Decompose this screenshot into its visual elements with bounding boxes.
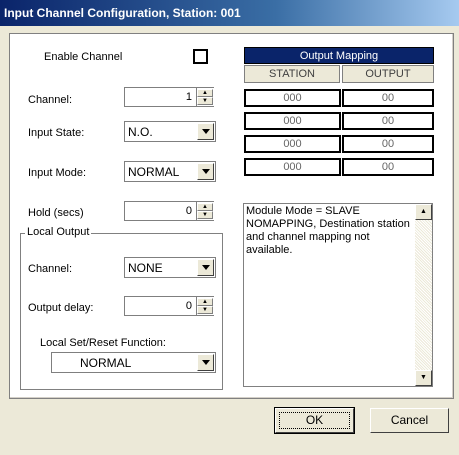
channel-spin-buttons: ▲ ▼ xyxy=(196,88,214,106)
mapping-output-cell[interactable]: 00 xyxy=(342,89,434,107)
mapping-output-cell[interactable]: 00 xyxy=(342,135,434,153)
message-scrollbar[interactable]: ▲ ▼ xyxy=(415,204,432,386)
output-mapping-title: Output Mapping xyxy=(244,47,434,64)
delay-spin-buttons: ▲ ▼ xyxy=(196,297,214,315)
chevron-down-icon[interactable] xyxy=(197,354,214,371)
output-delay-spinner[interactable]: 0 ▲ ▼ xyxy=(124,296,214,316)
output-delay-label: Output delay: xyxy=(28,302,94,314)
function-label: Local Set/Reset Function: xyxy=(40,337,166,349)
chevron-down-icon[interactable] xyxy=(197,123,214,140)
spin-up-icon[interactable]: ▲ xyxy=(197,203,213,211)
window-title: Input Channel Configuration, Station: 00… xyxy=(4,6,241,20)
output-delay-value: 0 xyxy=(185,300,192,312)
spin-down-icon[interactable]: ▼ xyxy=(197,306,213,314)
message-text: Module Mode = SLAVE NOMAPPING, Destinati… xyxy=(246,205,410,256)
local-channel-label: Channel: xyxy=(28,263,73,275)
station-column-header: STATION xyxy=(244,65,340,83)
mapping-station-cell[interactable]: 000 xyxy=(244,135,341,153)
chevron-down-icon[interactable] xyxy=(197,163,214,180)
input-state-value: N.O. xyxy=(128,125,153,139)
output-column-header: OUTPUT xyxy=(342,65,434,83)
spin-down-icon[interactable]: ▼ xyxy=(197,97,213,105)
cancel-button[interactable]: Cancel xyxy=(370,408,449,433)
mapping-output-cell[interactable]: 00 xyxy=(342,112,434,130)
input-mode-value: NORMAL xyxy=(128,165,180,179)
channel-label: Channel: xyxy=(28,94,73,106)
hold-spinner[interactable]: 0 ▲ ▼ xyxy=(124,201,214,221)
hold-value: 0 xyxy=(185,205,192,217)
hold-label: Hold (secs) xyxy=(28,207,84,219)
enable-channel-checkbox[interactable] xyxy=(193,49,208,64)
local-channel-value: NONE xyxy=(128,261,163,275)
input-mode-select[interactable]: NORMAL xyxy=(124,161,216,182)
hold-spin-buttons: ▲ ▼ xyxy=(196,202,214,220)
message-box[interactable]: Module Mode = SLAVE NOMAPPING, Destinati… xyxy=(243,203,433,387)
function-value: NORMAL xyxy=(80,356,132,370)
scroll-up-icon[interactable]: ▲ xyxy=(415,204,432,220)
mapping-station-cell[interactable]: 000 xyxy=(244,158,341,176)
input-state-select[interactable]: N.O. xyxy=(124,121,216,142)
input-mode-label: Input Mode: xyxy=(28,167,87,179)
mapping-station-cell[interactable]: 000 xyxy=(244,89,341,107)
cancel-label: Cancel xyxy=(390,413,429,427)
local-output-title: Local Output xyxy=(25,226,92,238)
spin-down-icon[interactable]: ▼ xyxy=(197,211,213,219)
ok-button[interactable]: OK xyxy=(274,407,355,434)
function-select[interactable]: NORMAL xyxy=(51,352,216,373)
spin-up-icon[interactable]: ▲ xyxy=(197,298,213,306)
scroll-down-icon[interactable]: ▼ xyxy=(415,370,432,386)
input-state-label: Input State: xyxy=(28,127,85,139)
mapping-station-cell[interactable]: 000 xyxy=(244,112,341,130)
channel-spinner[interactable]: 1 ▲ ▼ xyxy=(124,87,214,107)
focus-rect xyxy=(279,412,350,429)
local-channel-select[interactable]: NONE xyxy=(124,257,216,278)
channel-value: 1 xyxy=(185,91,192,103)
title-bar: Input Channel Configuration, Station: 00… xyxy=(0,0,459,26)
spin-up-icon[interactable]: ▲ xyxy=(197,89,213,97)
mapping-output-cell[interactable]: 00 xyxy=(342,158,434,176)
enable-channel-label: Enable Channel xyxy=(44,51,123,63)
chevron-down-icon[interactable] xyxy=(197,259,214,276)
